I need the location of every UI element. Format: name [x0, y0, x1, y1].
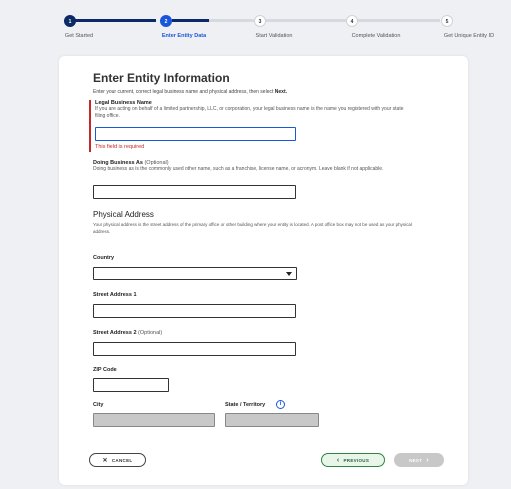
dba-group: Doing Business As (Optional) Doing busin… [93, 160, 413, 173]
city-input [93, 413, 215, 427]
chevron-down-icon [286, 272, 292, 276]
previous-button[interactable]: ‹ PREVIOUS [321, 453, 385, 467]
step-4-circle: 4 [346, 15, 358, 27]
state-label: State / Territory [225, 402, 266, 408]
step-5-circle: 5 [441, 15, 453, 27]
cancel-button-label: CANCEL [111, 457, 133, 463]
step-3-circle: 3 [254, 15, 266, 27]
legal-name-error-message: This field is required [95, 144, 145, 150]
dba-input[interactable] [93, 185, 296, 199]
street1-label: Street Address 1 [93, 292, 137, 298]
progress-stepper: 1 2 3 4 5 Get Started Enter Entity Data … [0, 0, 511, 46]
state-input [225, 413, 319, 427]
zip-input[interactable] [93, 378, 169, 392]
step-connector-2 [172, 19, 254, 22]
physical-address-help: Your physical address is the street addr… [93, 222, 412, 234]
street2-label: Street Address 2 (Optional) [93, 330, 162, 336]
step-connector-4 [356, 19, 440, 22]
chevron-right-icon: › [426, 456, 429, 464]
info-icon[interactable]: i [276, 400, 285, 409]
step-1-circle: 1 [64, 15, 76, 27]
entity-form-card: Enter Entity Information Enter your curr… [59, 56, 468, 485]
country-select[interactable] [93, 267, 297, 280]
street2-label-text: Street Address 2 [93, 330, 137, 336]
close-icon: ✕ [102, 457, 108, 464]
step-1-label: Get Started [64, 33, 94, 39]
intro-text: Enter your current, correct legal busine… [93, 89, 287, 95]
chevron-left-icon: ‹ [336, 456, 340, 464]
step-4-label: Complete Validation [351, 33, 401, 39]
zip-label: ZIP Code [93, 367, 117, 373]
physical-address-heading: Physical Address [93, 210, 154, 219]
page-title: Enter Entity Information [93, 71, 230, 85]
street2-optional-tag: (Optional) [138, 330, 163, 336]
street1-input[interactable] [93, 304, 296, 318]
next-button-label: NEXT [409, 457, 423, 463]
legal-name-help: If you are acting on behalf of a limited… [95, 106, 404, 119]
dba-help: Doing business as is the commonly used o… [93, 166, 384, 172]
intro-next-word: Next. [274, 89, 287, 95]
country-label: Country [93, 255, 115, 261]
intro-prefix: Enter your current, correct legal busine… [93, 89, 275, 95]
step-5-label: Get Unique Entity ID [443, 33, 495, 39]
legal-name-error-group: Legal Business Name If you are acting on… [89, 100, 441, 152]
step-connector-1 [74, 19, 156, 22]
legal-name-input[interactable] [95, 127, 296, 141]
step-2-circle: 2 [160, 15, 172, 27]
previous-button-label: PREVIOUS [343, 457, 370, 463]
next-button[interactable]: NEXT › [394, 453, 444, 467]
step-connector-3 [264, 19, 346, 22]
step-2-label: Enter Entity Data [161, 33, 207, 39]
step-3-label: Start Validation [255, 33, 293, 39]
cancel-button[interactable]: ✕ CANCEL [89, 453, 146, 467]
street2-input[interactable] [93, 342, 296, 356]
city-label: City [93, 402, 104, 408]
